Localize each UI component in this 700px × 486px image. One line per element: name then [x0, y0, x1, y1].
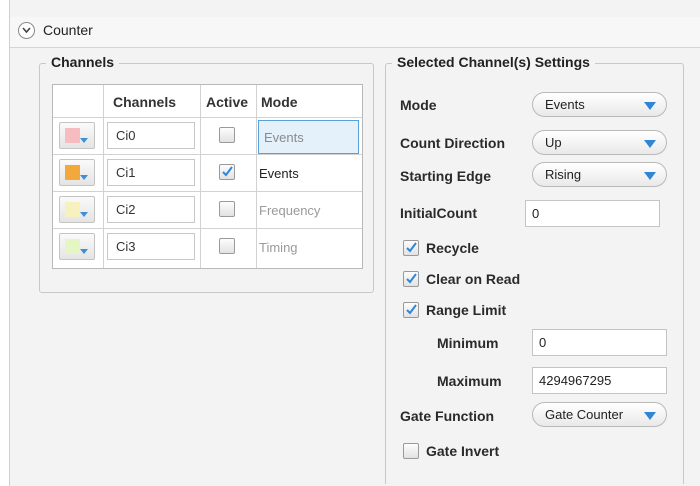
mode-select-value: Events: [545, 97, 585, 112]
collapse-toggle-button[interactable]: [18, 22, 35, 39]
recycle-label[interactable]: Recycle: [426, 240, 479, 256]
active-checkbox[interactable]: [219, 127, 235, 143]
range-limit-label[interactable]: Range Limit: [426, 302, 506, 318]
channel-settings-group: Selected Channel(s) Settings Mode Events…: [385, 54, 684, 484]
settings-group-title: Selected Channel(s) Settings: [392, 54, 595, 70]
gate-invert-checkbox[interactable]: [403, 443, 419, 459]
color-picker-button[interactable]: [59, 233, 95, 260]
dropdown-arrow-icon: [644, 172, 656, 180]
dropdown-arrow-icon: [80, 212, 88, 217]
clear-on-read-checkbox[interactable]: [403, 271, 419, 287]
dropdown-arrow-icon: [80, 175, 88, 180]
checkmark-icon: [406, 273, 417, 284]
mode-cell[interactable]: Timing: [259, 240, 298, 255]
active-checkbox[interactable]: [219, 201, 235, 217]
grid-line: [256, 85, 257, 268]
active-checkbox[interactable]: [219, 238, 235, 254]
grid-line: [53, 228, 362, 229]
color-swatch: [65, 202, 80, 217]
mode-cell-selected[interactable]: Events: [258, 120, 359, 154]
dropdown-arrow-icon: [644, 140, 656, 148]
left-edge-panel: [0, 0, 10, 486]
column-header-channels[interactable]: Channels: [113, 94, 176, 110]
checkmark-icon: [222, 166, 233, 177]
channel-name-field[interactable]: Ci1: [107, 159, 195, 186]
gate-function-select[interactable]: Gate Counter: [532, 402, 667, 427]
initial-count-input[interactable]: 0: [525, 200, 660, 227]
mode-label: Mode: [400, 97, 437, 113]
chevron-down-icon: [22, 27, 31, 34]
gate-function-value: Gate Counter: [545, 407, 624, 422]
checkmark-icon: [406, 304, 417, 315]
column-header-mode[interactable]: Mode: [261, 94, 298, 110]
range-limit-checkbox[interactable]: [403, 302, 419, 318]
grid-line: [53, 154, 362, 155]
mode-select[interactable]: Events: [532, 92, 667, 117]
starting-edge-value: Rising: [545, 167, 582, 182]
dropdown-arrow-icon: [644, 412, 656, 420]
count-direction-value: Up: [545, 135, 562, 150]
section-title: Counter: [43, 22, 93, 38]
channels-grid: Channels Active Mode Ci0 Events Ci1 Even…: [52, 84, 363, 269]
active-checkbox[interactable]: [219, 164, 235, 180]
color-picker-button[interactable]: [59, 159, 95, 186]
starting-edge-label: Starting Edge: [400, 168, 492, 184]
initial-count-label: InitialCount: [400, 205, 477, 221]
counter-section-header[interactable]: Counter: [10, 17, 700, 48]
minimum-label: Minimum: [437, 335, 499, 351]
maximum-input[interactable]: 4294967295: [532, 367, 667, 394]
color-swatch: [65, 239, 80, 254]
channel-name-field[interactable]: Ci2: [107, 196, 195, 223]
grid-line: [200, 85, 201, 268]
color-swatch: [65, 165, 80, 180]
dropdown-arrow-icon: [644, 102, 656, 110]
checkmark-icon: [406, 242, 417, 253]
color-swatch: [65, 128, 80, 143]
mode-cell[interactable]: Frequency: [259, 203, 320, 218]
color-picker-button[interactable]: [59, 196, 95, 223]
count-direction-label: Count Direction: [400, 135, 505, 151]
grid-line: [53, 117, 362, 118]
channel-name-field[interactable]: Ci0: [107, 122, 195, 149]
gate-invert-label[interactable]: Gate Invert: [426, 443, 499, 459]
mode-cell[interactable]: Events: [259, 166, 299, 181]
column-header-active[interactable]: Active: [206, 94, 248, 110]
channel-name-field[interactable]: Ci3: [107, 233, 195, 260]
maximum-label: Maximum: [437, 373, 502, 389]
channels-group-title: Channels: [46, 54, 120, 70]
dropdown-arrow-icon: [80, 249, 88, 254]
count-direction-select[interactable]: Up: [532, 130, 667, 155]
recycle-checkbox[interactable]: [403, 240, 419, 256]
grid-line: [103, 85, 104, 268]
grid-line: [53, 191, 362, 192]
gate-function-label: Gate Function: [400, 408, 495, 424]
minimum-input[interactable]: 0: [532, 329, 667, 356]
dropdown-arrow-icon: [80, 138, 88, 143]
channels-group: Channels Channels Active Mode Ci0 Events: [39, 54, 374, 293]
clear-on-read-label[interactable]: Clear on Read: [426, 271, 520, 287]
color-picker-button[interactable]: [59, 122, 95, 149]
starting-edge-select[interactable]: Rising: [532, 162, 667, 187]
